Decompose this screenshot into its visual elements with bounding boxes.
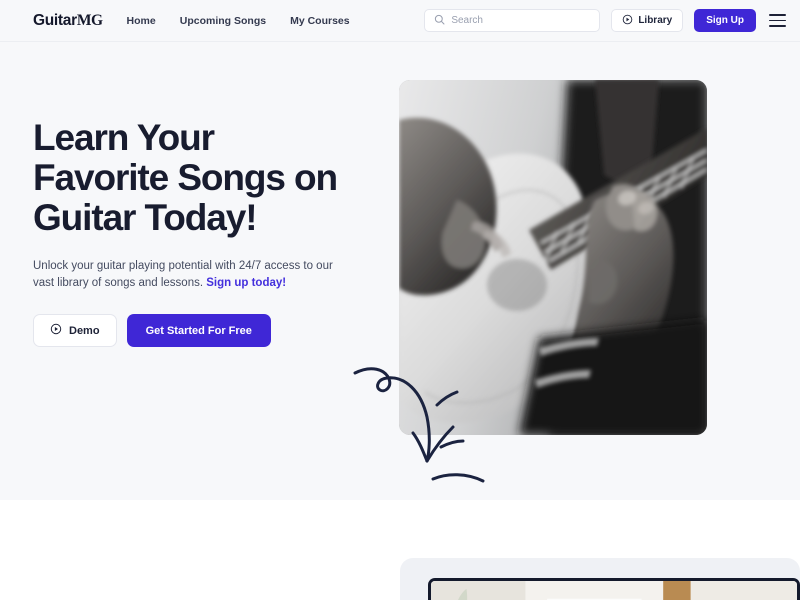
search-field[interactable]: Search bbox=[424, 9, 601, 32]
hero-title-line-3: Guitar Today! bbox=[33, 197, 258, 238]
nav-item-upcoming-songs[interactable]: Upcoming Songs bbox=[180, 15, 266, 27]
hero-guitar-photo bbox=[399, 80, 707, 435]
get-started-button[interactable]: Get Started For Free bbox=[126, 314, 271, 347]
brand-logo[interactable]: GuitarMG bbox=[33, 12, 103, 30]
device-screen bbox=[431, 581, 797, 600]
hamburger-menu-icon[interactable] bbox=[769, 14, 786, 28]
page-title: Learn Your Favorite Songs on Guitar Toda… bbox=[33, 118, 373, 238]
hamburger-bar bbox=[769, 24, 786, 27]
library-button[interactable]: Library bbox=[611, 9, 684, 32]
demo-button-label: Demo bbox=[69, 324, 100, 337]
nav-item-home[interactable]: Home bbox=[127, 15, 156, 27]
sign-up-button[interactable]: Sign Up bbox=[694, 9, 756, 32]
device-frame bbox=[428, 578, 800, 600]
hero-subtitle: Unlock your guitar playing potential wit… bbox=[33, 258, 333, 292]
play-circle-icon bbox=[50, 323, 62, 338]
device-showcase-card bbox=[400, 558, 800, 600]
top-navigation-bar: GuitarMG Home Upcoming Songs My Courses … bbox=[0, 0, 800, 42]
hero-subtitle-text: Unlock your guitar playing potential wit… bbox=[33, 260, 333, 289]
brand-logo-prefix: Guitar bbox=[33, 11, 77, 29]
play-circle-icon bbox=[622, 14, 633, 28]
secondary-section bbox=[0, 500, 800, 600]
nav-item-my-courses[interactable]: My Courses bbox=[290, 15, 350, 27]
hero-section: Learn Your Favorite Songs on Guitar Toda… bbox=[0, 42, 800, 500]
hamburger-bar bbox=[769, 14, 786, 17]
search-placeholder: Search bbox=[451, 15, 483, 26]
search-icon bbox=[434, 12, 445, 30]
sign-up-today-link[interactable]: Sign up today! bbox=[206, 277, 286, 289]
hero-cta-group: Demo Get Started For Free bbox=[33, 314, 373, 347]
hamburger-bar bbox=[769, 19, 786, 22]
brand-logo-suffix: MG bbox=[76, 11, 103, 29]
nav-actions: Search Library Sign Up bbox=[424, 9, 786, 32]
hero-figure bbox=[353, 80, 707, 483]
demo-button[interactable]: Demo bbox=[33, 314, 117, 347]
hero-copy-block: Learn Your Favorite Songs on Guitar Toda… bbox=[33, 118, 373, 347]
library-button-label: Library bbox=[638, 15, 673, 26]
hero-title-line-2: Favorite Songs on bbox=[33, 157, 338, 198]
primary-nav-links: Home Upcoming Songs My Courses bbox=[127, 15, 350, 27]
hero-title-line-1: Learn Your bbox=[33, 117, 215, 158]
